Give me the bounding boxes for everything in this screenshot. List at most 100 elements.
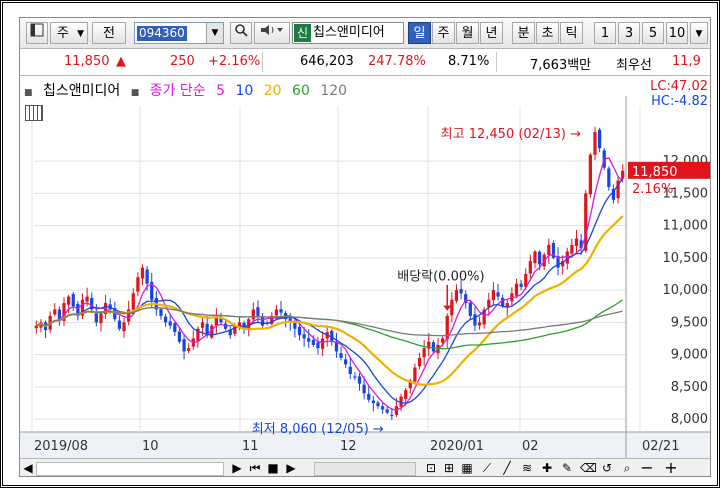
period-tab-minute[interactable]: 분 <box>512 22 535 44</box>
candle-body <box>450 299 454 316</box>
play-button[interactable]: ▶ <box>230 461 244 475</box>
candle-body <box>85 296 89 302</box>
code-input[interactable]: 094360 ▼ <box>134 22 224 44</box>
interval-3[interactable]: 3 <box>618 22 640 44</box>
fib-tool-icon[interactable]: ≋ <box>520 461 534 475</box>
candle-body <box>53 309 57 315</box>
calendar-icon[interactable] <box>25 105 43 121</box>
volume-ratio: 247.78% <box>368 54 426 69</box>
period-tab-tick[interactable]: 틱 <box>560 22 583 44</box>
legend-ma-10: 10 <box>235 83 254 99</box>
first-button[interactable]: ⏮ <box>248 461 262 475</box>
interval-5[interactable]: 5 <box>642 22 664 44</box>
market-select[interactable]: 주 ▼ <box>50 22 88 44</box>
candle-body <box>136 277 140 292</box>
crosshair-icon[interactable]: ⊞ <box>442 461 456 475</box>
x-tick-label: 02/21 <box>642 439 679 454</box>
change-value: 250 <box>170 54 195 69</box>
candle-body <box>528 261 532 274</box>
stock-name-field[interactable]: 신 칩스앤미디어 <box>292 22 404 44</box>
candle-body <box>122 322 126 332</box>
candle-body <box>376 402 380 407</box>
candle-body <box>357 376 362 384</box>
chevron-down-icon[interactable]: ▼ <box>206 23 223 43</box>
candle-body <box>371 400 375 403</box>
candle-body <box>353 376 357 378</box>
period-tab-month[interactable]: 월 <box>456 22 479 44</box>
zoom-out-icon[interactable]: − <box>640 460 654 476</box>
period-tab-second[interactable]: 초 <box>536 22 559 44</box>
candle-body <box>394 406 399 415</box>
candle-body <box>417 357 422 367</box>
candle-body <box>496 292 500 297</box>
divider <box>262 52 263 72</box>
zoom-search-icon[interactable]: ⌕ <box>620 461 634 475</box>
legend-stock-name: 칩스앤미디어 <box>42 83 121 99</box>
candle-body <box>422 348 426 358</box>
y-tick-label: 10,000 <box>663 283 709 298</box>
chevron-down-icon[interactable]: ▼ <box>690 22 708 44</box>
candle-body <box>159 309 163 316</box>
y-tick-label: 8,500 <box>671 380 708 395</box>
stop-button[interactable]: ■ <box>266 461 280 475</box>
chevron-down-icon: ▼ <box>77 29 84 39</box>
candle-body <box>380 406 385 410</box>
candle-body <box>117 320 122 329</box>
candle-body <box>187 348 191 351</box>
period-tab-week[interactable]: 주 <box>432 22 455 44</box>
y-tick-label: 10,500 <box>663 251 709 266</box>
prev-button[interactable]: 전 <box>92 22 126 44</box>
candle-body <box>177 331 182 342</box>
dividend-annotation: 배당락(0.00%) <box>397 269 484 284</box>
candle-body <box>514 283 519 296</box>
market-label: 주 <box>57 26 69 41</box>
window-icon[interactable] <box>26 22 48 44</box>
chart-tool-icon[interactable]: ▦ <box>460 461 474 475</box>
eraser-tool-icon[interactable]: ⌫ <box>580 461 597 475</box>
candle-body <box>362 384 366 394</box>
pen-tool-icon[interactable]: ✎ <box>560 461 574 475</box>
price-chart[interactable]: 8,000 8,500 9,000 9,500 10,000 10,500 11,000 11… <box>20 76 710 476</box>
turnover: 8.71% <box>448 54 490 69</box>
zoom-tool-icon[interactable]: ⊡ <box>424 461 438 475</box>
next-button[interactable]: ▶ <box>284 461 298 475</box>
interval-1[interactable]: 1 <box>594 22 616 44</box>
hc-label: HC:-4.82 <box>651 94 708 109</box>
line-tool-icon[interactable]: ╱ <box>500 461 514 475</box>
chart-scrollbar[interactable]: ◀ ▶ ⏮ ■ ▶ ⊡ ⊞ ▦ ⟋ ╱ ≋ ✚ ✎ ⌫ ↺ ⌕ − + <box>20 458 710 476</box>
search-icon[interactable] <box>230 22 252 44</box>
code-value: 094360 <box>137 26 187 41</box>
cursor-tool-icon[interactable]: ✚ <box>540 461 554 475</box>
interval-10[interactable]: 10 <box>666 22 688 44</box>
candle-body <box>491 290 496 301</box>
legend-bullet: ■ <box>24 88 33 98</box>
speaker-icon[interactable] <box>254 22 290 44</box>
candle-body <box>279 309 283 313</box>
legend-bullet: ■ <box>130 88 140 98</box>
candle-body <box>597 129 602 149</box>
legend-ma-5: 5 <box>216 83 226 99</box>
candle-body <box>344 359 348 365</box>
zoom-slider[interactable] <box>314 462 416 476</box>
up-arrow-icon: ▲ <box>116 54 126 69</box>
candle-body <box>454 290 459 301</box>
y-tick-label: 11,000 <box>663 219 709 234</box>
change-percent: +2.16% <box>208 54 261 69</box>
zoom-in-icon[interactable]: + <box>664 460 678 476</box>
period-tab-year[interactable]: 년 <box>480 22 503 44</box>
period-tab-day[interactable]: 일 <box>408 22 431 44</box>
reset-icon[interactable]: ↺ <box>600 461 614 475</box>
x-tick-label: 2020/01 <box>430 439 484 454</box>
scroll-left-arrow[interactable]: ◀ <box>22 461 34 475</box>
candle-body <box>348 366 352 374</box>
candle-body <box>385 409 389 413</box>
candle-body <box>256 307 260 316</box>
candle-body <box>533 251 537 264</box>
candle-body <box>588 154 592 195</box>
trend-tool-icon[interactable]: ⟋ <box>480 461 494 475</box>
x-tick-label: 10 <box>142 439 159 454</box>
scroll-track[interactable] <box>36 462 224 476</box>
chart-window-frame: 주 ▼ 전 094360 ▼ 신 칩스앤미디어 일 주 월 년 분 초 틱 1 … <box>0 0 720 488</box>
divider <box>496 52 497 72</box>
volume: 646,203 <box>300 54 354 69</box>
